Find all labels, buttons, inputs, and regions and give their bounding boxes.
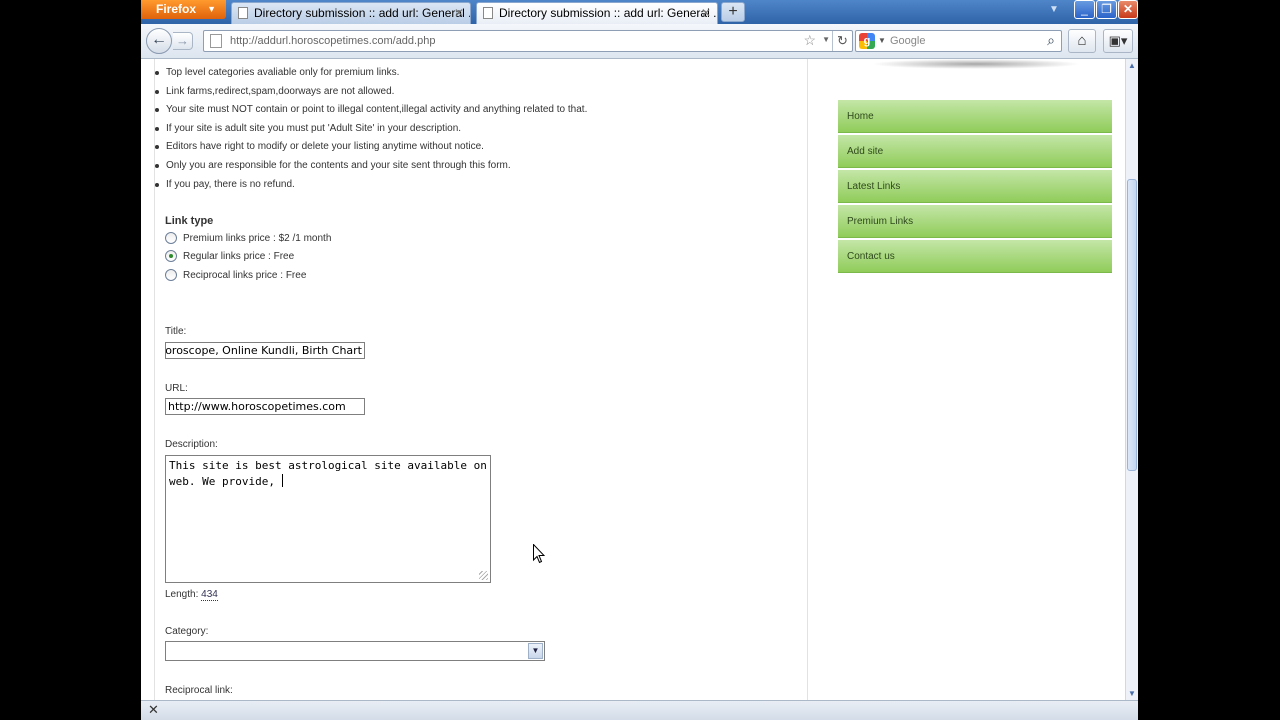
column-divider [807,59,808,700]
url-field[interactable]: http://www.horoscopetimes.com [165,398,365,415]
length-counter: Length: 434 [165,589,218,601]
search-input[interactable] [890,33,1030,49]
search-bar[interactable]: g ▼ ⌕ [855,30,1062,52]
bookmark-star-icon[interactable]: ☆ [803,32,816,49]
radio-button-selected[interactable] [165,250,177,262]
navigation-toolbar: ← → ☆ ▼ ↻ g ▼ ⌕ ⌂ ▣▾ [141,24,1138,59]
tab-2-label: Directory submission :: add url: General… [499,6,718,20]
url-label: URL: [165,383,188,394]
page-icon [238,7,248,19]
sidebar-item-add-site[interactable]: Add site [838,135,1112,168]
scroll-up-icon[interactable]: ▲ [1126,59,1138,72]
sidebar-item-premium-links[interactable]: Premium Links [838,205,1112,238]
search-icon[interactable]: ⌕ [1047,32,1055,49]
reciprocal-link-label: Reciprocal link: [165,685,233,696]
scroll-down-icon[interactable]: ▼ [1126,687,1138,700]
list-item: Top level categories avaliable only for … [154,66,587,85]
radio-reciprocal[interactable]: Reciprocal links price : Free [165,269,306,283]
chevron-down-icon[interactable]: ▼ [528,643,543,659]
rules-list: Top level categories avaliable only for … [154,66,587,196]
category-select[interactable]: ▼ [165,641,545,661]
link-type-label: Link type [165,215,214,227]
home-icon: ⌂ [1077,32,1087,49]
chevron-down-icon: ▼ [207,4,216,14]
url-bar[interactable]: ☆ ▼ ↻ [203,30,853,52]
radio-label: Regular links price : Free [183,251,295,262]
title-input[interactable]: Horoscope, Online Kundli, Birth Chart [165,342,365,359]
history-dropdown-icon[interactable]: ▼ [822,35,830,44]
page-icon [483,7,493,19]
sidebar-item-contact-us[interactable]: Contact us [838,240,1112,273]
url-input[interactable] [230,33,790,49]
minimize-button[interactable]: _ [1074,0,1095,19]
description-label: Description: [165,439,218,450]
url-value: http://www.horoscopetimes.com [168,400,346,413]
radio-regular[interactable]: Regular links price : Free [165,250,294,264]
header-shadow [871,59,1081,69]
list-item: If you pay, there is no refund. [154,178,587,197]
description-value: This site is best astrological site avai… [169,459,494,488]
list-item: Editors have right to modify or delete y… [154,140,587,159]
tab-strip: Firefox ▼ Directory submission :: add ur… [141,0,1138,24]
resize-grip-icon[interactable] [479,571,488,580]
sidebar-item-home[interactable]: Home [838,100,1112,133]
sidebar-menu: Home Add site Latest Links Premium Links… [838,100,1112,275]
maximize-button[interactable]: ❐ [1096,0,1117,19]
radio-label: Premium links price : $2 /1 month [183,233,332,244]
sidebar-item-label: Home [847,111,874,122]
tab-2[interactable]: Directory submission :: add url: General… [476,2,718,24]
radio-premium[interactable]: Premium links price : $2 /1 month [165,232,331,246]
forward-button[interactable]: → [173,32,193,50]
radio-button[interactable] [165,269,177,281]
sidebar-item-latest-links[interactable]: Latest Links [838,170,1112,203]
close-icon[interactable]: ✕ [701,3,711,23]
browser-window: Firefox ▼ Directory submission :: add ur… [141,0,1138,720]
sidebar-item-label: Add site [847,146,884,157]
engine-dropdown-icon[interactable]: ▼ [878,36,886,45]
radio-label: Reciprocal links price : Free [183,270,307,281]
tab-1[interactable]: Directory submission :: add url: General… [231,2,471,24]
title-label: Title: [165,326,187,337]
mouse-cursor-icon [533,544,545,564]
title-value: Horoscope, Online Kundli, Birth Chart [165,344,362,357]
description-textarea[interactable]: This site is best astrological site avai… [165,455,491,583]
text-caret [281,474,283,487]
vertical-scrollbar[interactable]: ▲ ▼ [1125,59,1138,700]
page-content: Top level categories avaliable only for … [141,59,1125,700]
list-item: If your site is adult site you must put … [154,122,587,141]
firefox-menu-button[interactable]: Firefox ▼ [141,0,226,19]
sidebar-item-label: Latest Links [847,181,901,192]
sidebar-item-label: Premium Links [847,216,914,227]
addon-bar: ✕ [141,700,1138,720]
list-item: Only you are responsible for the content… [154,159,587,178]
tab-list-icon[interactable]: ▼ [1049,4,1059,15]
window-close-button[interactable]: ✕ [1118,0,1138,19]
category-label: Category: [165,626,209,637]
firefox-menu-label: Firefox [156,2,197,16]
google-icon[interactable]: g [859,33,875,49]
list-item: Your site must NOT contain or point to i… [154,103,587,122]
bookmarks-icon: ▣▾ [1108,33,1128,48]
reload-icon[interactable]: ↻ [832,31,852,51]
length-label: Length: [165,589,199,600]
length-value: 434 [201,589,218,601]
bookmarks-button[interactable]: ▣▾ [1103,29,1133,53]
home-button[interactable]: ⌂ [1068,29,1096,53]
radio-button[interactable] [165,232,177,244]
tab-1-label: Directory submission :: add url: General… [254,6,471,20]
site-identity-icon[interactable] [210,34,222,48]
scrollbar-thumb[interactable] [1127,179,1137,471]
back-button[interactable]: ← [146,28,172,54]
sidebar-item-label: Contact us [847,251,895,262]
list-item: Link farms,redirect,spam,doorways are no… [154,85,587,104]
close-icon[interactable]: ✕ [454,3,464,23]
close-icon[interactable]: ✕ [148,702,159,718]
new-tab-button[interactable]: + [721,2,745,22]
